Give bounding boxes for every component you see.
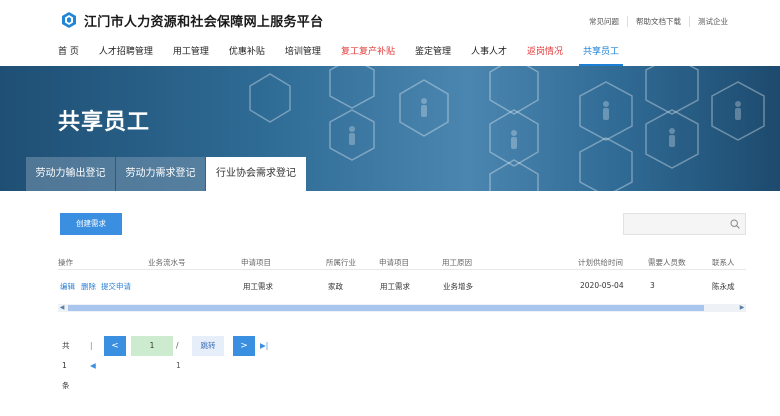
next-page-button[interactable]: > xyxy=(233,336,255,356)
col-contact: 联系人 xyxy=(712,258,735,267)
nav-item-employment[interactable]: 用工管理 xyxy=(163,44,219,64)
col-serial: 业务流水号 xyxy=(148,258,186,267)
prev-page-button[interactable]: < xyxy=(104,336,126,356)
col-reason: 用工原因 xyxy=(442,258,472,267)
nav-item-subsidy[interactable]: 优惠补贴 xyxy=(219,44,275,64)
search-input[interactable] xyxy=(623,213,746,235)
col-project-2: 申请项目 xyxy=(379,258,409,267)
scrollbar-thumb[interactable] xyxy=(68,305,704,311)
page-number-input[interactable]: 1 xyxy=(131,336,173,356)
nav-item-return-status[interactable]: 返岗情况 xyxy=(517,44,573,64)
page-total: / 1 xyxy=(176,341,181,370)
submit-application-link[interactable]: 提交申请 xyxy=(101,281,131,292)
nav-item-appraisal[interactable]: 鉴定管理 xyxy=(405,44,461,64)
first-page-icon[interactable]: |◀ xyxy=(90,336,96,376)
page-title: 共享员工 xyxy=(58,110,151,135)
nav-item-recruitment[interactable]: 人才招聘管理 xyxy=(89,44,163,64)
cell-contact: 陈永成 xyxy=(712,282,735,291)
cell-headcount: 3 xyxy=(650,281,655,290)
delete-link[interactable]: 删除 xyxy=(81,281,96,292)
cell-industry: 家政 xyxy=(328,282,343,291)
horizontal-scrollbar[interactable]: ◀ ▶ xyxy=(58,304,746,312)
col-project: 申请项目 xyxy=(241,258,271,267)
nav-item-personnel[interactable]: 人事人才 xyxy=(461,44,517,64)
table-row: 编辑 删除 提交申请 用工需求 家政 用工需求 业务增多 2020-05-04 … xyxy=(58,280,746,296)
total-count: 共1条 xyxy=(62,341,70,390)
tab-labor-demand[interactable]: 劳动力需求登记 xyxy=(116,157,205,191)
last-page-icon[interactable]: ▶| xyxy=(260,336,268,356)
scroll-left-icon[interactable]: ◀ xyxy=(58,304,66,312)
top-header: 江门市人力资源和社会保障网上服务平台 常见问题 帮助文档下载 测试企业 xyxy=(0,0,780,40)
main-nav: 首 页 人才招聘管理 用工管理 优惠补贴 培训管理 复工复产补贴 鉴定管理 人事… xyxy=(48,44,629,66)
tab-association-demand[interactable]: 行业协会需求登记 xyxy=(206,157,306,191)
tab-labor-output[interactable]: 劳动力输出登记 xyxy=(26,157,115,191)
page-banner: 共享员工 劳动力输出登记 劳动力需求登记 行业协会需求登记 xyxy=(0,66,780,191)
help-download-link[interactable]: 帮助文档下载 xyxy=(627,16,689,27)
table-header: 操作 业务流水号 申请项目 所属行业 申请项目 用工原因 计划供给时间 需要人员… xyxy=(58,256,746,270)
go-to-page-button[interactable]: 跳转 xyxy=(192,336,224,356)
col-industry: 所属行业 xyxy=(326,258,356,267)
faq-link[interactable]: 常见问题 xyxy=(581,16,627,27)
enterprise-account-link[interactable]: 测试企业 xyxy=(689,16,736,27)
cell-plan-date: 2020-05-04 xyxy=(580,281,624,290)
cell-reason: 业务增多 xyxy=(443,282,473,291)
cell-project-2: 用工需求 xyxy=(380,282,410,291)
edit-link[interactable]: 编辑 xyxy=(60,281,75,292)
nav-item-shared-staff[interactable]: 共享员工 xyxy=(573,44,629,66)
nav-item-resumption-subsidy[interactable]: 复工复产补贴 xyxy=(331,44,405,64)
scroll-right-icon[interactable]: ▶ xyxy=(738,304,746,312)
col-headcount: 需要人员数 xyxy=(648,258,686,267)
nav-item-home[interactable]: 首 页 xyxy=(48,44,89,64)
top-links: 常见问题 帮助文档下载 测试企业 xyxy=(581,16,736,27)
site-logo-icon xyxy=(62,12,76,28)
nav-item-training[interactable]: 培训管理 xyxy=(275,44,331,64)
site-title: 江门市人力资源和社会保障网上服务平台 xyxy=(84,15,324,30)
create-demand-button[interactable]: 创建需求 xyxy=(60,213,122,235)
tab-bar: 劳动力输出登记 劳动力需求登记 行业协会需求登记 xyxy=(26,157,307,191)
search-icon[interactable] xyxy=(730,219,740,229)
col-actions: 操作 xyxy=(58,258,73,267)
col-plan-date: 计划供给时间 xyxy=(578,258,623,267)
cell-project: 用工需求 xyxy=(243,282,273,291)
